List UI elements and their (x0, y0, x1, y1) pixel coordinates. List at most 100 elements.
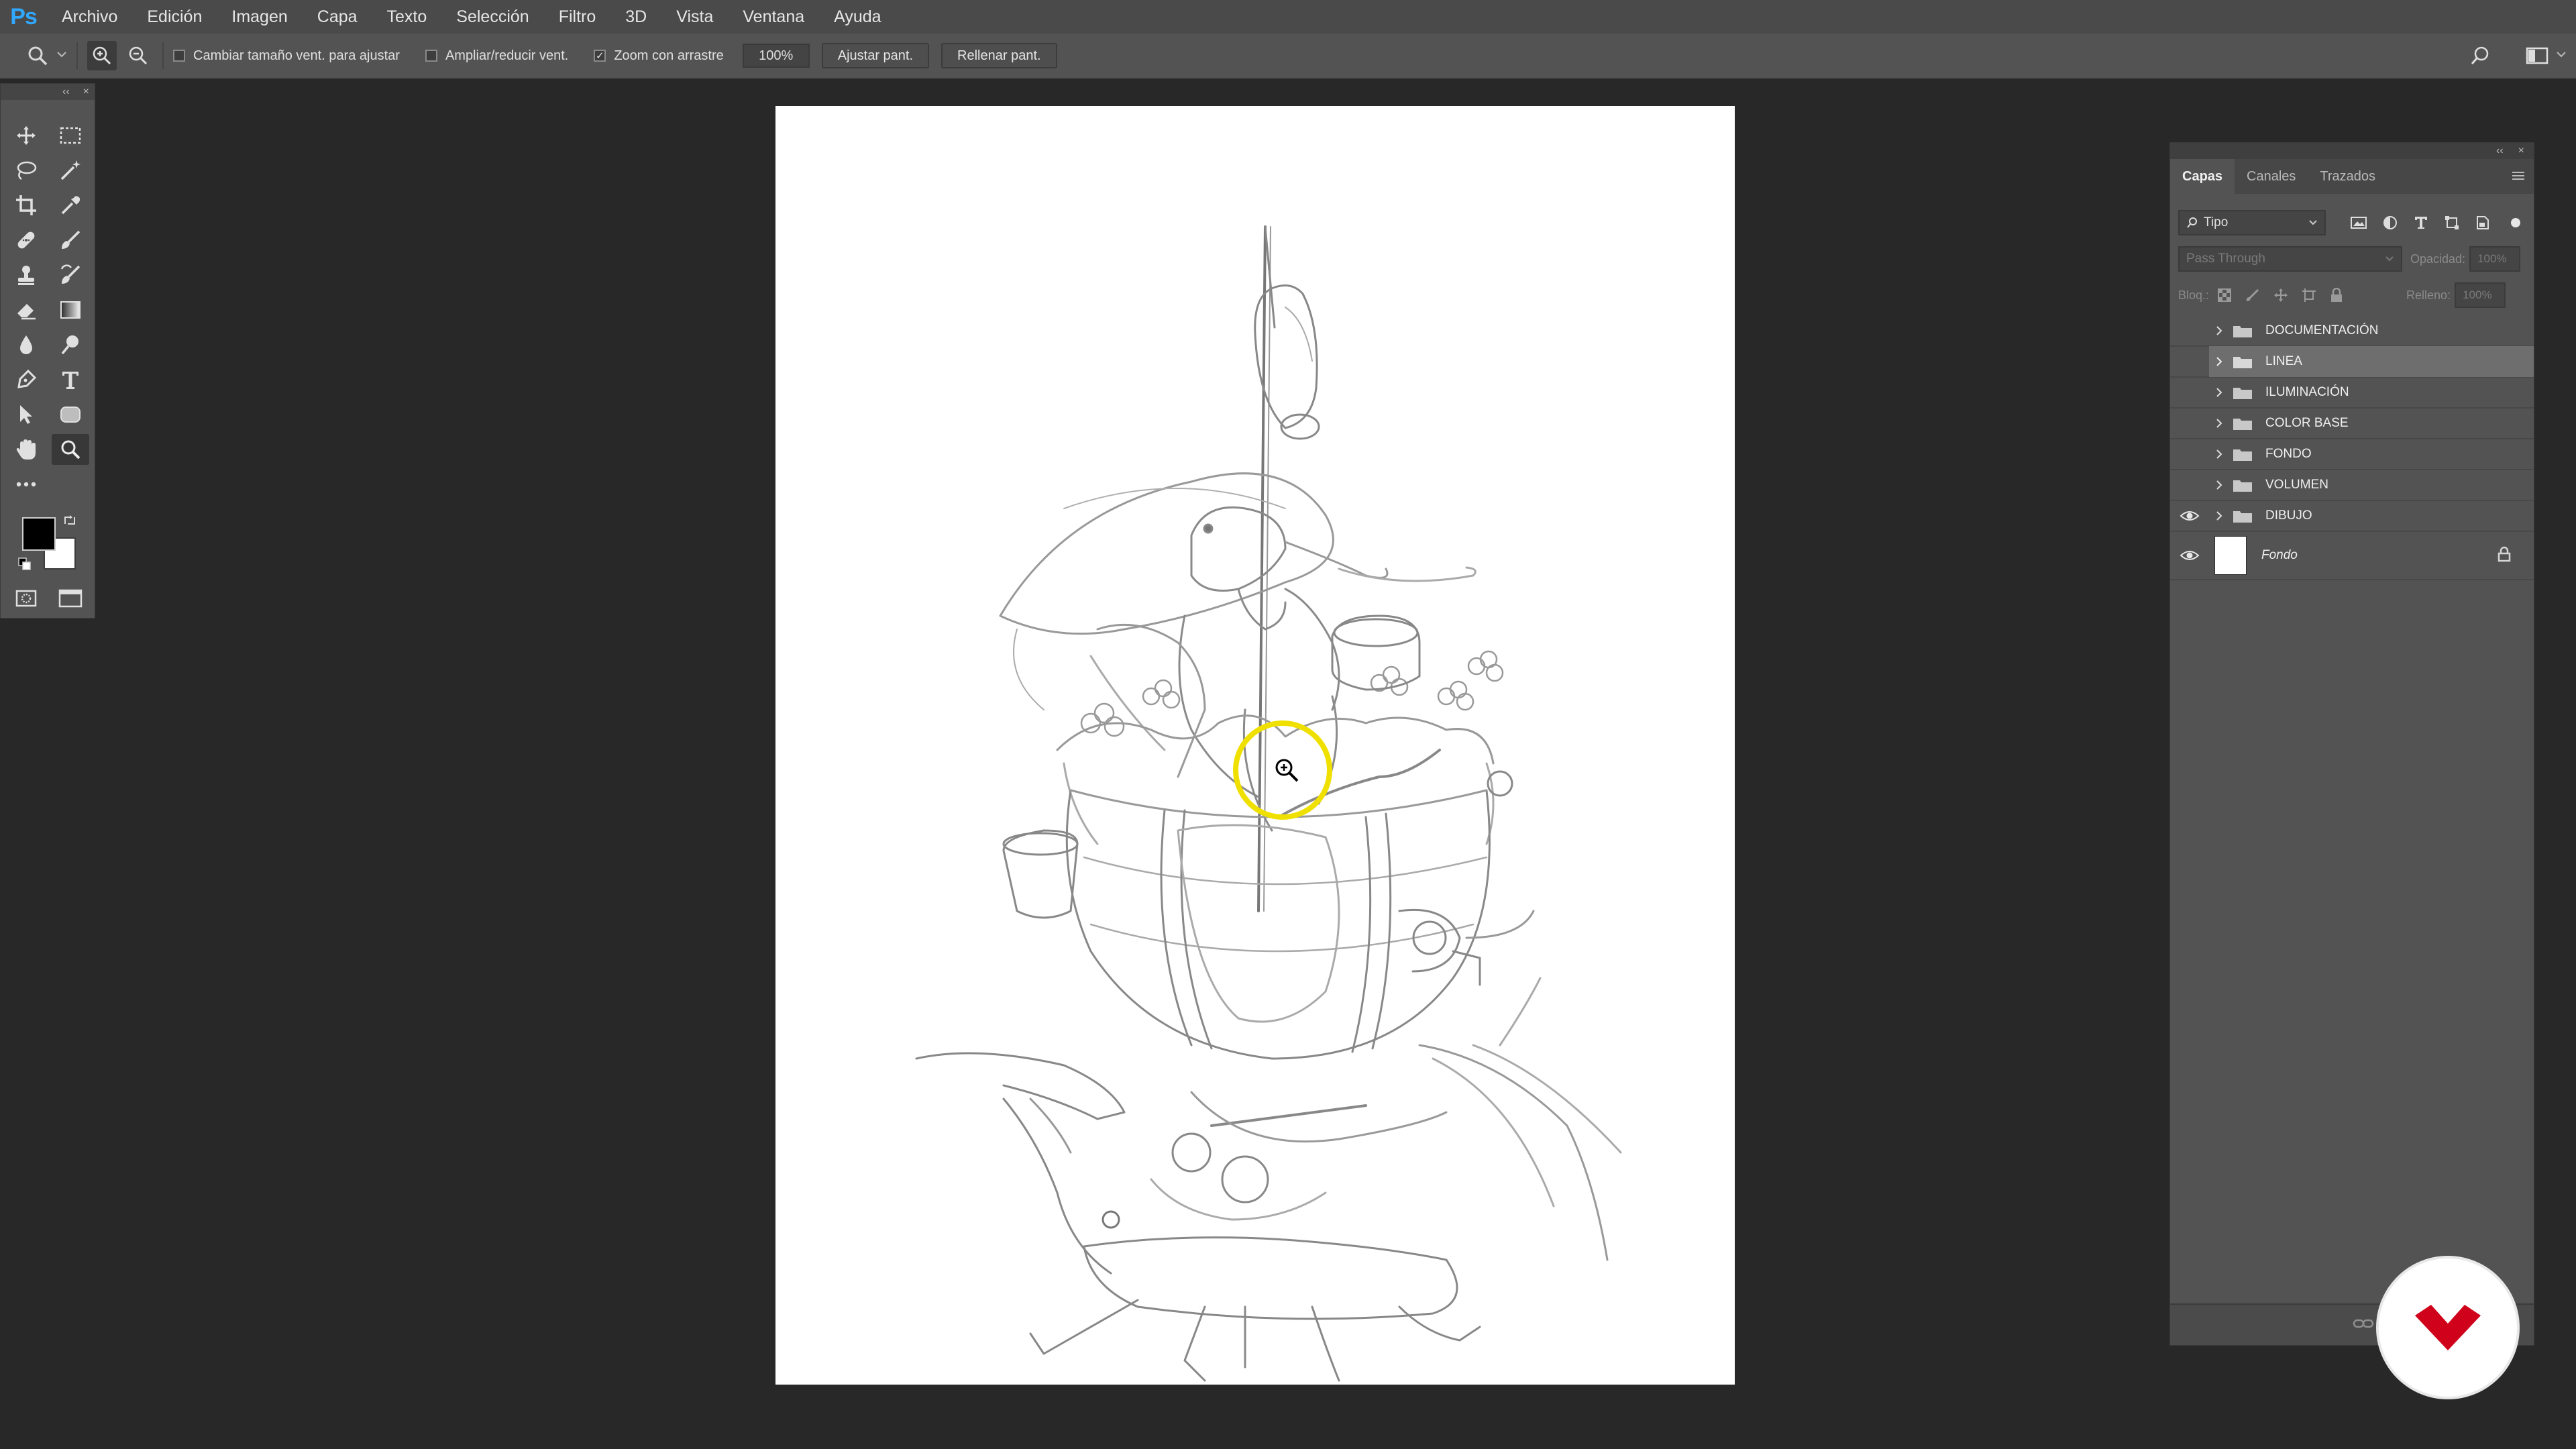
screen-mode-icon[interactable] (52, 583, 89, 614)
eye-icon[interactable] (2170, 531, 2209, 580)
visibility-toggle-empty[interactable] (2170, 377, 2209, 408)
zoom-all-windows-checkbox[interactable]: Ampliar/reducir vent. (425, 48, 568, 64)
chevron-right-icon[interactable] (2209, 418, 2229, 429)
default-colors-icon[interactable] (18, 557, 32, 574)
eyedropper-icon[interactable] (52, 190, 89, 221)
lock-artboard-icon[interactable] (2302, 288, 2316, 303)
tab-trazados[interactable]: Trazados (2308, 159, 2387, 194)
healing-brush-icon[interactable] (7, 225, 45, 256)
lock-image-pixels-icon[interactable] (2245, 288, 2260, 303)
history-brush-icon[interactable] (52, 260, 89, 290)
menu-capa[interactable]: Capa (303, 0, 372, 34)
menu-ayuda[interactable]: Ayuda (819, 0, 896, 34)
menu-edicion[interactable]: Edición (132, 0, 217, 34)
scrubby-zoom-checkbox[interactable]: ✓ Zoom con arrastre (594, 48, 724, 64)
menu-texto[interactable]: Texto (372, 0, 442, 34)
layer-row-iluminacion[interactable]: ILUMINACIÓN (2170, 378, 2534, 409)
layer-row-fondo-group[interactable]: FONDO (2170, 439, 2534, 470)
blend-mode-select[interactable]: Pass Through (2178, 246, 2402, 272)
checkbox-box[interactable] (173, 50, 185, 62)
brush-icon[interactable] (52, 225, 89, 256)
eye-icon[interactable] (2170, 500, 2209, 531)
panel-menu-icon[interactable] (2511, 170, 2526, 185)
zoom-tool-preset-icon[interactable] (23, 41, 52, 70)
fit-screen-button[interactable]: Ajustar pant. (821, 43, 930, 68)
workspace-icon[interactable] (2522, 41, 2552, 70)
filter-smart-object-icon[interactable] (2475, 215, 2491, 231)
filter-toggle-icon[interactable] (2511, 218, 2520, 227)
chevron-right-icon[interactable] (2209, 387, 2229, 398)
layer-row-fondo-background[interactable]: Fondo (2170, 532, 2534, 580)
quick-mask-icon[interactable] (7, 583, 45, 614)
menu-filtro[interactable]: Filtro (544, 0, 611, 34)
link-icon[interactable] (2353, 1318, 2374, 1333)
filter-adjustment-icon[interactable] (2382, 215, 2398, 231)
lock-transparent-pixels-icon[interactable] (2217, 288, 2232, 303)
tab-canales[interactable]: Canales (2235, 159, 2308, 194)
gradient-icon[interactable] (52, 294, 89, 325)
foreground-color-swatch[interactable] (22, 517, 56, 551)
filter-type-icon[interactable] (2413, 215, 2429, 231)
close-icon[interactable]: × (83, 86, 89, 98)
dodge-icon[interactable] (52, 329, 89, 360)
marquee-icon[interactable] (52, 120, 89, 151)
filter-pixel-icon[interactable] (2350, 215, 2367, 230)
checkbox-box-checked[interactable]: ✓ (594, 50, 606, 62)
lock-position-icon[interactable] (2273, 288, 2288, 303)
layer-row-color-base[interactable]: COLOR BASE (2170, 409, 2534, 439)
chevron-down-icon[interactable] (56, 50, 67, 62)
lock-all-icon[interactable] (2330, 288, 2343, 303)
chevron-right-icon[interactable] (2209, 356, 2229, 367)
filter-shape-icon[interactable] (2444, 215, 2460, 231)
shape-icon[interactable] (52, 399, 89, 430)
visibility-toggle-empty[interactable] (2170, 439, 2209, 470)
fill-screen-button[interactable]: Rellenar pant. (941, 43, 1057, 68)
layer-row-dibujo[interactable]: DIBUJO (2170, 501, 2534, 532)
menu-vista[interactable]: Vista (661, 0, 728, 34)
menu-imagen[interactable]: Imagen (217, 0, 302, 34)
layer-row-documentacion[interactable]: DOCUMENTACIÓN (2170, 316, 2534, 347)
swap-colors-icon[interactable] (62, 513, 77, 531)
lasso-icon[interactable] (7, 155, 45, 186)
search-icon[interactable] (2466, 41, 2496, 70)
zoom-in-icon[interactable] (87, 41, 117, 70)
visibility-toggle-empty[interactable] (2170, 408, 2209, 439)
zoom-level-field[interactable]: 100% (742, 44, 810, 68)
checkbox-box[interactable] (425, 50, 437, 62)
eraser-icon[interactable] (7, 294, 45, 325)
move-icon[interactable] (7, 120, 45, 151)
visibility-toggle-empty[interactable] (2170, 470, 2209, 500)
layer-row-linea[interactable]: LINEA (2170, 346, 2534, 378)
zoom-out-icon[interactable] (123, 41, 153, 70)
tab-capas[interactable]: Capas (2170, 159, 2235, 194)
resize-windows-checkbox[interactable]: Cambiar tamaño vent. para ajustar (173, 48, 400, 64)
visibility-toggle-empty[interactable] (2170, 315, 2209, 346)
menu-seleccion[interactable]: Selección (441, 0, 543, 34)
menu-archivo[interactable]: Archivo (47, 0, 132, 34)
collapse-icon[interactable]: ‹‹ (62, 86, 70, 98)
menu-ventana[interactable]: Ventana (728, 0, 819, 34)
menu-3d[interactable]: 3D (610, 0, 661, 34)
filter-kind-select[interactable]: Tipo (2178, 210, 2326, 235)
visibility-toggle-empty[interactable] (2170, 346, 2209, 377)
type-icon[interactable] (52, 364, 89, 395)
chevron-right-icon[interactable] (2209, 511, 2229, 521)
magic-wand-icon[interactable] (52, 155, 89, 186)
blur-icon[interactable] (7, 329, 45, 360)
path-select-icon[interactable] (7, 399, 45, 430)
chevron-right-icon[interactable] (2209, 480, 2229, 490)
chevron-right-icon[interactable] (2209, 449, 2229, 460)
document-canvas[interactable] (775, 106, 1735, 1385)
layer-row-volumen[interactable]: VOLUMEN (2170, 470, 2534, 501)
collapse-icon[interactable]: ‹‹ (2496, 145, 2504, 157)
chevron-down-icon[interactable] (2556, 50, 2567, 62)
fill-field[interactable]: 100% (2455, 282, 2506, 308)
pen-icon[interactable] (7, 364, 45, 395)
hand-icon[interactable] (7, 434, 45, 465)
crop-icon[interactable] (7, 190, 45, 221)
close-icon[interactable]: × (2518, 145, 2524, 157)
chevron-right-icon[interactable] (2209, 325, 2229, 336)
more-icon[interactable] (7, 469, 45, 500)
stamp-icon[interactable] (7, 260, 45, 290)
opacity-field[interactable]: 100% (2469, 246, 2521, 272)
